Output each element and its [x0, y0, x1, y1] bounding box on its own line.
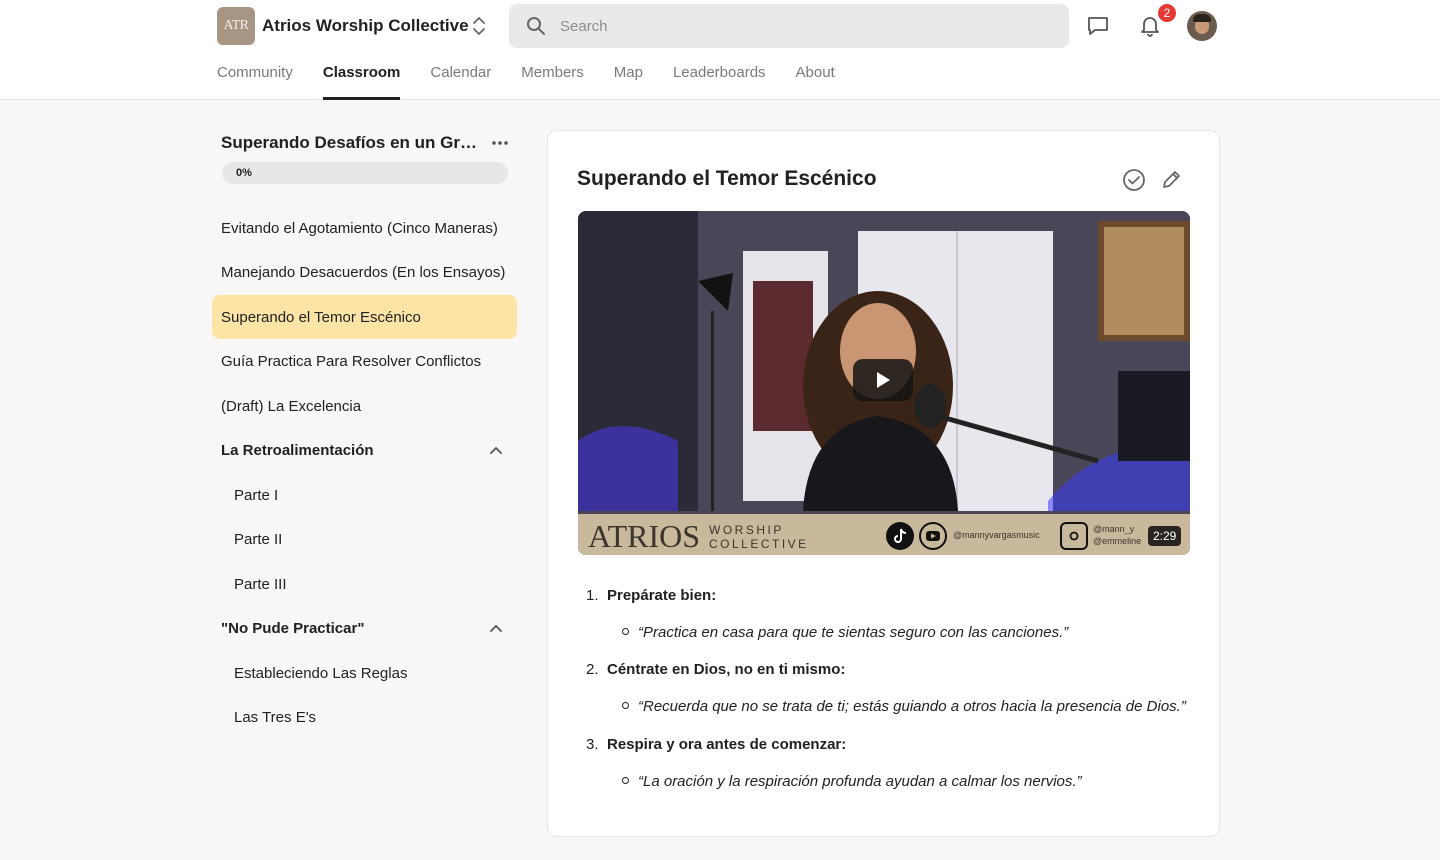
tab-map[interactable]: Map — [614, 60, 643, 100]
tab-members[interactable]: Members — [521, 60, 584, 100]
tab-classroom[interactable]: Classroom — [322, 60, 400, 100]
tiktok-icon — [886, 522, 914, 550]
tab-leaderboards[interactable]: Leaderboards — [673, 60, 766, 100]
youtube-icon — [919, 522, 947, 550]
more-options-icon[interactable] — [489, 132, 511, 154]
tab-community[interactable]: Community — [217, 60, 293, 100]
group-logo[interactable]: ATR — [217, 7, 255, 45]
item-number: 2. — [586, 661, 599, 678]
edit-pencil-icon[interactable] — [1158, 167, 1184, 193]
social-handle: @mann_y — [1093, 524, 1135, 534]
lesson-item[interactable]: Estableciendo Las Reglas — [212, 651, 517, 695]
bullet-icon — [622, 702, 629, 709]
lesson-label: Guía Practica Para Resolver Conflictos — [221, 352, 482, 370]
video-brand-bar: ATRIOS WORSHIP COLLECTIVE @mannyvargasmu… — [578, 514, 1190, 555]
lesson-item[interactable]: (Draft) La Excelencia — [212, 384, 517, 428]
lesson-label: Superando el Temor Escénico — [221, 308, 421, 326]
user-avatar[interactable] — [1187, 11, 1217, 41]
lesson-item[interactable]: Parte III — [212, 562, 517, 606]
lesson-label: (Draft) La Excelencia — [221, 397, 362, 415]
lesson-label: Parte I — [234, 486, 279, 504]
mark-complete-check-icon[interactable] — [1121, 167, 1147, 193]
item-heading: Respira y ora antes de comenzar: — [607, 736, 847, 753]
lesson-label: Parte III — [234, 575, 287, 593]
video-player[interactable]: ATRIOS WORSHIP COLLECTIVE @mannyvargasmu… — [578, 211, 1190, 555]
instagram-icon — [1060, 522, 1088, 550]
notification-badge: 2 — [1156, 2, 1178, 24]
lesson-item[interactable]: Evitando el Agotamiento (Cinco Maneras) — [212, 206, 517, 250]
social-handle: @emmeline — [1093, 536, 1142, 546]
social-handle: @mannyvargasmusic — [953, 530, 1040, 540]
lesson-title: Superando el Temor Escénico — [577, 167, 877, 190]
tab-calendar[interactable]: Calendar — [430, 60, 491, 100]
item-number: 1. — [586, 587, 599, 604]
group-name[interactable]: Atrios Worship Collective — [262, 16, 469, 36]
section-header[interactable]: La Retroalimentación — [212, 428, 517, 472]
item-number: 3. — [586, 736, 599, 753]
item-quote: “La oración y la respiración profunda ay… — [638, 773, 1082, 790]
lesson-item[interactable]: Las Tres E's — [212, 695, 517, 739]
section-label: La Retroalimentación — [221, 441, 374, 459]
lesson-item[interactable]: Guía Practica Para Resolver Conflictos — [212, 339, 517, 383]
lesson-label: Evitando el Agotamiento (Cinco Maneras) — [221, 219, 498, 237]
bullet-icon — [622, 777, 629, 784]
avatar-hair — [1193, 14, 1211, 22]
item-quote: “Recuerda que no se trata de ti; estás g… — [638, 698, 1186, 715]
section-header[interactable]: "No Pude Practicar" — [212, 606, 517, 650]
course-progress-bar: 0% — [222, 162, 508, 184]
lesson-label: Estableciendo Las Reglas — [234, 664, 408, 682]
lesson-item-active[interactable]: Superando el Temor Escénico — [212, 295, 517, 339]
tab-about[interactable]: About — [796, 60, 835, 100]
lesson-label: Parte II — [234, 530, 283, 548]
logo-text: ATR — [223, 18, 249, 33]
progress-label: 0% — [236, 167, 252, 179]
bullet-icon — [622, 628, 629, 635]
nav-tabs: Community Classroom Calendar Members Map… — [217, 60, 865, 100]
search-bar[interactable] — [509, 4, 1069, 48]
lesson-item[interactable]: Parte II — [212, 517, 517, 561]
top-header: ATR Atrios Worship Collective 2 Communit… — [0, 0, 1440, 100]
search-input[interactable] — [560, 17, 1040, 35]
lesson-label: Las Tres E's — [234, 708, 317, 726]
chat-icon[interactable] — [1086, 14, 1110, 38]
section-label: "No Pude Practicar" — [221, 619, 365, 637]
chevron-up-icon[interactable] — [487, 441, 505, 459]
item-quote: “Practica en casa para que te sientas se… — [638, 624, 1069, 641]
brand-wordmark: ATRIOS — [588, 518, 701, 554]
lesson-card: Superando el Temor Escénico ATRIOS WORSH… — [547, 130, 1220, 837]
course-title: Superando Desafíos en un Grupo de Alaban… — [221, 133, 481, 152]
lesson-label: Manejando Desacuerdos (En los Ensayos) — [221, 263, 506, 281]
play-button[interactable] — [853, 359, 913, 401]
brand-subtitle: WORSHIP COLLECTIVE — [709, 523, 809, 551]
group-switcher-chevrons-icon[interactable] — [470, 14, 488, 38]
item-heading: Prepárate bien: — [607, 587, 717, 604]
chevron-up-icon[interactable] — [487, 619, 505, 637]
item-heading: Céntrate en Dios, no en ti mismo: — [607, 661, 846, 678]
video-duration: 2:29 — [1148, 526, 1182, 546]
lesson-item[interactable]: Parte I — [212, 473, 517, 517]
lesson-item[interactable]: Manejando Desacuerdos (En los Ensayos) — [212, 250, 517, 294]
search-icon — [526, 16, 546, 36]
